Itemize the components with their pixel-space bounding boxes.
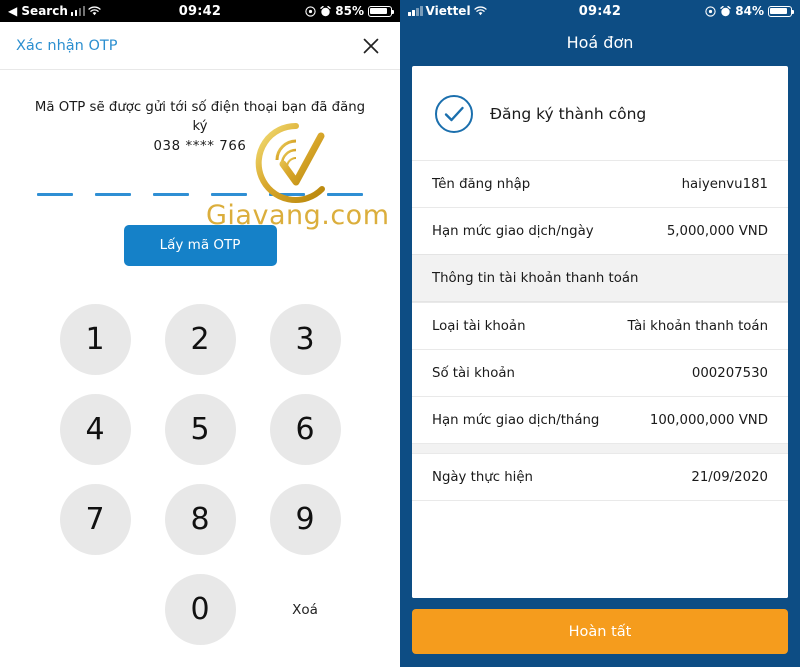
otp-input-slots[interactable] xyxy=(0,192,400,196)
keypad-key-9[interactable]: 9 xyxy=(269,484,341,556)
success-banner: Đăng ký thành công xyxy=(412,66,788,160)
row-gap-band xyxy=(412,443,788,453)
invoice-row: Hạn mức giao dịch/ngày 5,000,000 VND xyxy=(412,207,788,254)
get-otp-button[interactable]: Lấy mã OTP xyxy=(123,224,277,266)
status-left-group-right: Viettel xyxy=(408,4,487,18)
finish-button[interactable]: Hoàn tất xyxy=(412,609,788,654)
invoice-row: Số tài khoản 000207530 xyxy=(412,349,788,396)
keypad-key-4[interactable]: 4 xyxy=(59,394,131,466)
otp-screen: ◀ Search 09:42 85% Xác nhận OTP Mã OTP s… xyxy=(0,0,400,667)
invoice-row-value: 100,000,000 VND xyxy=(649,412,768,428)
battery-percent-right: 84% xyxy=(735,4,764,18)
otp-instruction-text: Mã OTP sẽ được gửi tới số điện thoại bạn… xyxy=(34,100,366,135)
keypad-cell: 1 xyxy=(43,300,148,380)
keypad-cell: 3 xyxy=(253,300,358,380)
status-bar-right: Viettel 09:42 84% xyxy=(400,0,800,22)
location-icon xyxy=(305,5,316,17)
invoice-row-label: Hạn mức giao dịch/tháng xyxy=(432,412,600,428)
keypad-key-7[interactable]: 7 xyxy=(59,484,131,556)
location-icon xyxy=(705,5,716,17)
invoice-card: Đăng ký thành công Tên đăng nhập haiyenvu… xyxy=(412,66,788,598)
keypad-key-8[interactable]: 8 xyxy=(164,484,236,556)
keypad-delete-button[interactable]: Xoá xyxy=(270,574,341,645)
keypad-cell: 5 xyxy=(148,390,253,470)
invoice-row-value: 000207530 xyxy=(691,365,768,381)
back-to-search-label[interactable]: ◀ Search xyxy=(8,4,68,18)
carrier-label: Viettel xyxy=(425,4,471,18)
invoice-row: Tên đăng nhập haiyenvu181 xyxy=(412,160,788,207)
invoice-page-title: Hoá đơn xyxy=(566,33,634,52)
invoice-row-label: Tên đăng nhập xyxy=(432,176,531,192)
invoice-row: Loại tài khoản Tài khoản thanh toán xyxy=(412,302,788,349)
page-title: Xác nhận OTP xyxy=(16,37,118,54)
battery-icon xyxy=(368,5,395,17)
signal-bars-icon xyxy=(70,6,86,16)
otp-header: Xác nhận OTP xyxy=(0,22,400,69)
keypad-key-1[interactable]: 1 xyxy=(59,304,131,376)
keypad-key-6[interactable]: 6 xyxy=(269,394,341,466)
keypad-blank-cell xyxy=(43,570,148,650)
invoice-row-value: haiyenvu181 xyxy=(681,176,768,192)
invoice-screen: Viettel 09:42 84% Hoá đơn Đăng ký thành … xyxy=(400,0,800,667)
invoice-row-label: Hạn mức giao dịch/ngày xyxy=(432,223,594,239)
status-left-group: ◀ Search xyxy=(8,4,102,18)
close-icon[interactable] xyxy=(360,35,382,57)
numeric-keypad: 1 2 3 4 5 6 7 8 9 0 Xoá xyxy=(0,300,400,650)
status-right-group-right: 84% xyxy=(705,4,795,18)
otp-slot-5[interactable] xyxy=(269,192,305,196)
otp-slot-1[interactable] xyxy=(37,192,73,196)
keypad-key-2[interactable]: 2 xyxy=(164,304,236,376)
keypad-cell: 0 xyxy=(148,570,253,650)
keypad-key-3[interactable]: 3 xyxy=(269,304,341,376)
app-root: ◀ Search 09:42 85% Xác nhận OTP Mã OTP s… xyxy=(0,0,800,667)
keypad-cell: 7 xyxy=(43,480,148,560)
invoice-row-value: Tài khoản thanh toán xyxy=(627,318,769,334)
alarm-icon xyxy=(720,5,731,17)
success-text: Đăng ký thành công xyxy=(490,105,647,123)
invoice-row-label: Loại tài khoản xyxy=(432,318,526,334)
check-circle-icon xyxy=(435,95,473,133)
keypad-cell: 8 xyxy=(148,480,253,560)
keypad-cell: Xoá xyxy=(253,570,358,650)
invoice-row-label: Số tài khoản xyxy=(432,365,515,381)
battery-percent-left: 85% xyxy=(335,4,364,18)
otp-instruction: Mã OTP sẽ được gửi tới số điện thoại bạn… xyxy=(0,98,400,156)
invoice-row-label: Ngày thực hiện xyxy=(432,469,533,485)
invoice-row: Ngày thực hiện 21/09/2020 xyxy=(412,453,788,500)
keypad-cell: 2 xyxy=(148,300,253,380)
keypad-key-5[interactable]: 5 xyxy=(164,394,236,466)
header-divider xyxy=(0,69,400,70)
card-filler xyxy=(412,500,788,598)
otp-phone-number: 038 **** 766 xyxy=(153,138,247,154)
invoice-row-value: 5,000,000 VND xyxy=(666,223,768,239)
battery-icon xyxy=(768,5,795,17)
otp-slot-6[interactable] xyxy=(327,192,363,196)
invoice-row: Hạn mức giao dịch/tháng 100,000,000 VND xyxy=(412,396,788,443)
invoice-row-value: 21/09/2020 xyxy=(691,469,768,485)
wifi-icon xyxy=(88,6,102,16)
keypad-cell: 9 xyxy=(253,480,358,560)
invoice-row-label: Thông tin tài khoản thanh toán xyxy=(432,270,639,286)
wifi-icon xyxy=(473,6,487,16)
keypad-cell: 4 xyxy=(43,390,148,470)
keypad-cell: 6 xyxy=(253,390,358,470)
alarm-icon xyxy=(320,5,331,17)
otp-slot-4[interactable] xyxy=(211,192,247,196)
invoice-rows: Tên đăng nhập haiyenvu181 Hạn mức giao dịc… xyxy=(412,160,788,500)
keypad-key-0[interactable]: 0 xyxy=(164,574,236,646)
otp-slot-2[interactable] xyxy=(95,192,131,196)
status-bar-left: ◀ Search 09:42 85% xyxy=(0,0,400,22)
status-right-group: 85% xyxy=(305,4,395,18)
otp-slot-3[interactable] xyxy=(153,192,189,196)
signal-bars-icon xyxy=(408,6,423,16)
invoice-section-header: Thông tin tài khoản thanh toán xyxy=(412,254,788,302)
